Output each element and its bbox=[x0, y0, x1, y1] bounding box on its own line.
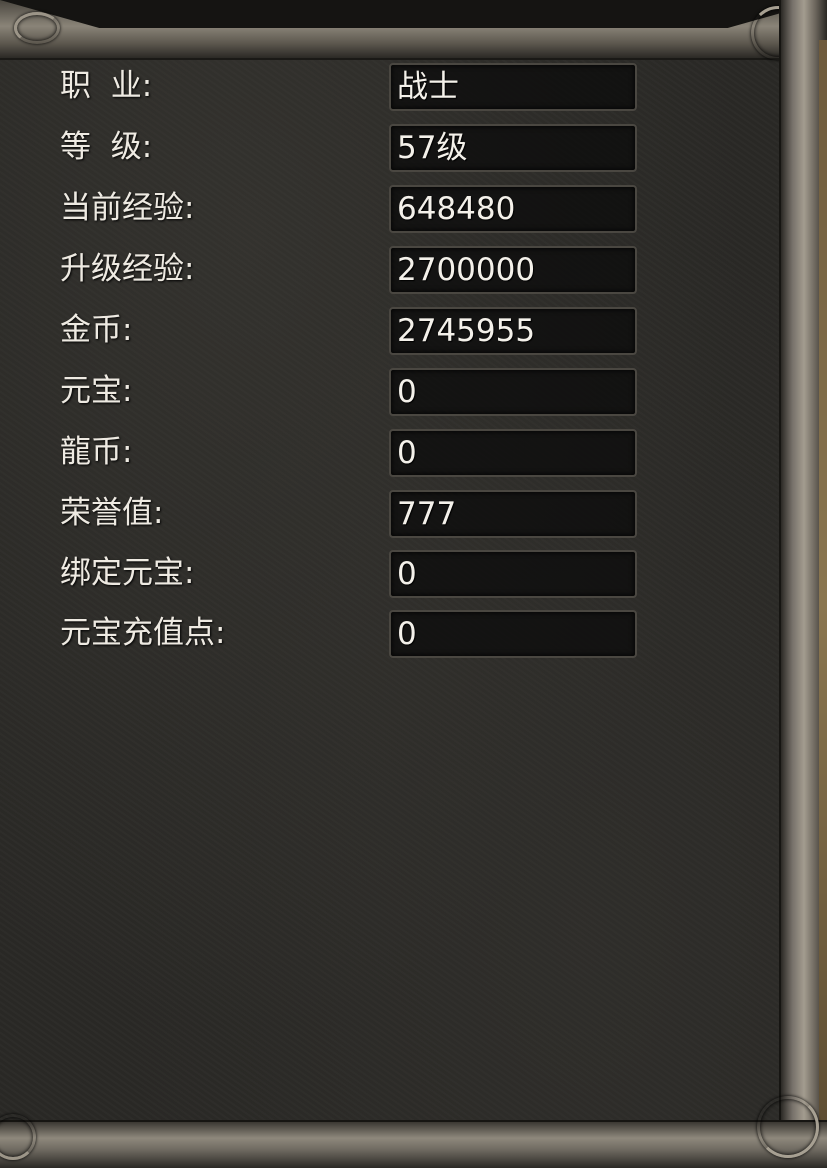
stat-value-box: 648480 bbox=[389, 185, 637, 233]
stat-row-gold: 金币: 2745955 bbox=[0, 304, 700, 356]
stat-row-dragon-coin: 龍币: 0 bbox=[0, 426, 700, 478]
stat-value-box: 0 bbox=[389, 368, 637, 416]
stat-value: 0 bbox=[397, 435, 417, 471]
stat-value-box: 777 bbox=[389, 490, 637, 538]
stat-value-box: 0 bbox=[389, 550, 637, 598]
stat-value: 战士 bbox=[397, 69, 459, 105]
stat-row-bound-yuanbao: 绑定元宝: 0 bbox=[0, 547, 700, 599]
stat-label: 元宝充值点: bbox=[60, 615, 226, 651]
stat-label: 绑定元宝: bbox=[60, 555, 195, 591]
stat-value-box: 2745955 bbox=[389, 307, 637, 355]
stat-value: 777 bbox=[397, 496, 457, 532]
stat-value-box: 战士 bbox=[389, 63, 637, 111]
stat-value-box: 0 bbox=[389, 429, 637, 477]
stat-row-current-exp: 当前经验: 648480 bbox=[0, 182, 700, 234]
stat-value: 0 bbox=[397, 374, 417, 410]
stat-row-yuanbao: 元宝: 0 bbox=[0, 365, 700, 417]
stat-value: 2700000 bbox=[397, 252, 536, 288]
stat-value: 0 bbox=[397, 556, 417, 592]
stat-value-box: 57级 bbox=[389, 124, 637, 172]
stat-row-level: 等 级: 57级 bbox=[0, 121, 700, 173]
stat-value-box: 0 bbox=[389, 610, 637, 658]
stat-label: 升级经验: bbox=[60, 251, 195, 287]
stat-value: 648480 bbox=[397, 191, 516, 227]
stat-label: 荣誉值: bbox=[60, 495, 164, 531]
stat-label: 元宝: bbox=[60, 373, 133, 409]
stats-list: 职 业: 战士 等 级: 57级 当前经验: 648480 升级经验: 2700… bbox=[0, 0, 827, 1168]
stat-label: 等 级: bbox=[60, 129, 153, 165]
stat-value: 2745955 bbox=[397, 313, 536, 349]
stat-row-recharge-points: 元宝充值点: 0 bbox=[0, 607, 700, 659]
character-info-panel: 职 业: 战士 等 级: 57级 当前经验: 648480 升级经验: 2700… bbox=[0, 0, 827, 1168]
stat-row-levelup-exp: 升级经验: 2700000 bbox=[0, 243, 700, 295]
stat-label: 金币: bbox=[60, 312, 133, 348]
stat-label: 当前经验: bbox=[60, 190, 195, 226]
stat-value-box: 2700000 bbox=[389, 246, 637, 294]
stat-row-profession: 职 业: 战士 bbox=[0, 60, 700, 112]
stat-label: 龍币: bbox=[60, 434, 133, 470]
stat-value: 57级 bbox=[397, 130, 468, 166]
stat-value: 0 bbox=[397, 616, 417, 652]
stat-row-honor: 荣誉值: 777 bbox=[0, 487, 700, 539]
stat-label: 职 业: bbox=[60, 68, 153, 104]
